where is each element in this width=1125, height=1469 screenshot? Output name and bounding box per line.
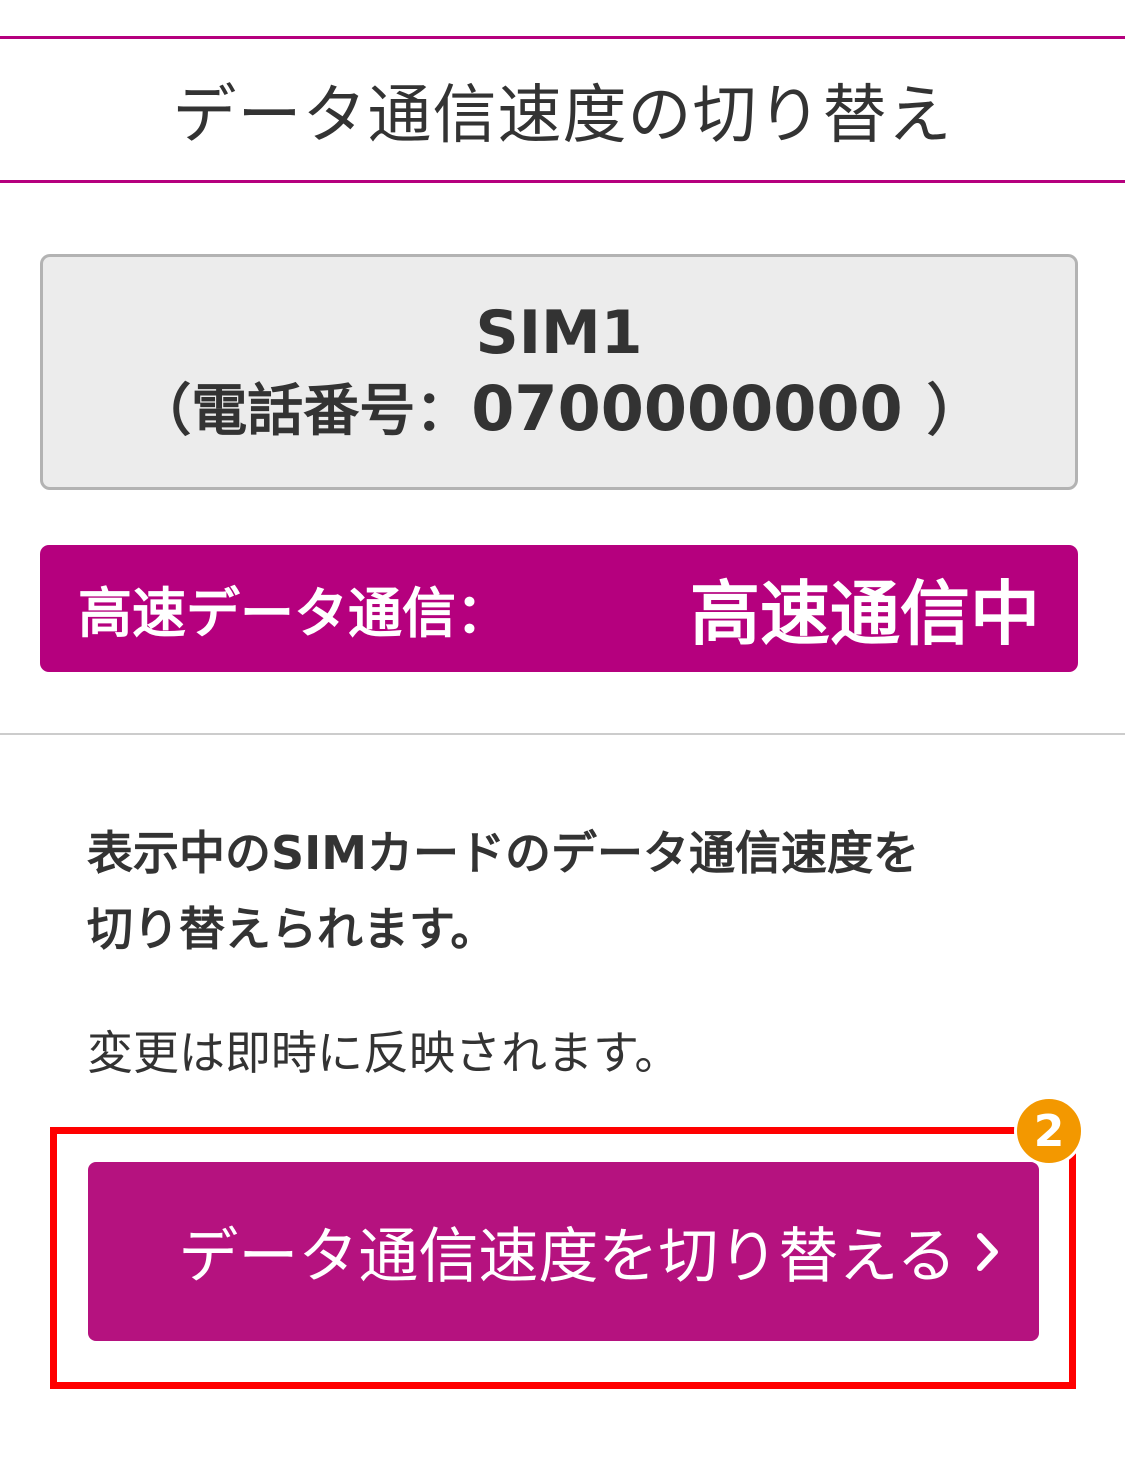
- sim-info-box: SIM1 （電話番号：0700000000 ）: [40, 254, 1078, 490]
- phone-suffix: ）: [926, 378, 983, 444]
- phone-number: 0700000000: [471, 371, 903, 445]
- switch-speed-button[interactable]: データ通信速度を切り替える: [88, 1162, 1039, 1341]
- page-title: データ通信速度の切り替え: [172, 78, 953, 153]
- switch-speed-button-label: データ通信速度を切り替える: [178, 1222, 957, 1292]
- speed-status-label: 高速データ通信：: [78, 582, 510, 645]
- reflection-note: 変更は即時に反映されます。: [87, 1026, 681, 1080]
- chevron-right-icon: [975, 1230, 1001, 1274]
- speed-status-bar: 高速データ通信： 高速通信中: [40, 545, 1078, 672]
- sim-name: SIM1: [475, 297, 643, 368]
- phone-prefix: （電話番号：: [135, 378, 472, 444]
- description-line-1: 表示中のSIMカードのデータ通信速度を: [87, 826, 920, 880]
- section-divider: [0, 733, 1125, 735]
- step-number-badge: 2: [1014, 1096, 1084, 1166]
- header-bottom-border: [0, 180, 1125, 183]
- description-text: 表示中のSIMカードのデータ通信速度を 切り替えられます。: [87, 815, 1047, 967]
- speed-status-value: 高速通信中: [690, 573, 1040, 655]
- sim-phone-row: （電話番号：0700000000 ）: [135, 371, 982, 450]
- description-line-2: 切り替えられます。: [87, 902, 497, 956]
